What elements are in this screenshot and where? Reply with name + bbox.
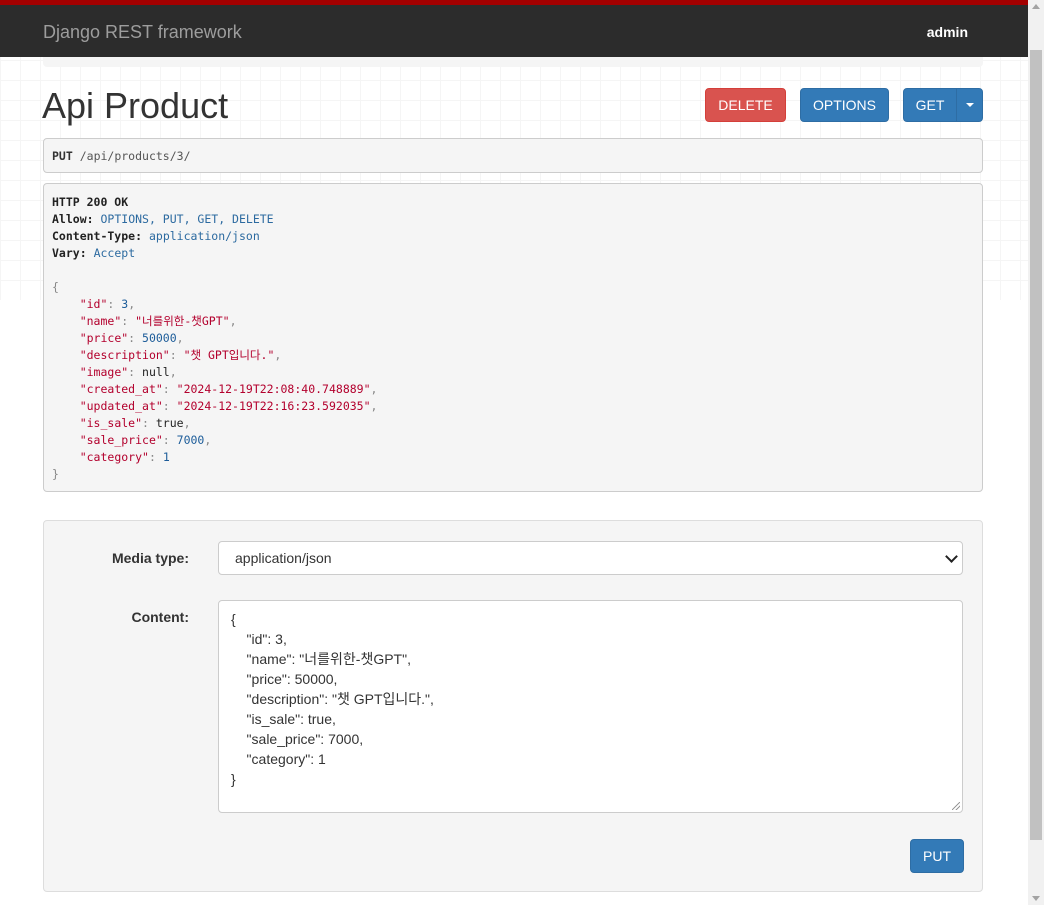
json-key: "category"	[79, 450, 149, 464]
json-value: "2024-12-19T22:08:40.748889"	[176, 382, 371, 396]
header-key: Vary	[52, 246, 80, 260]
content-label: Content:	[131, 609, 189, 625]
json-key: "name"	[79, 314, 122, 328]
options-button[interactable]: OPTIONS	[800, 88, 889, 122]
json-key: "price"	[79, 331, 129, 345]
put-button[interactable]: PUT	[910, 839, 964, 873]
media-type-label: Media type:	[111, 550, 189, 566]
json-key: "created_at"	[79, 382, 163, 396]
json-value: 50000	[142, 331, 177, 345]
page-title: Api Product	[42, 85, 229, 126]
content-line: "id": 3,	[231, 631, 287, 647]
chevron-down-icon	[945, 550, 958, 563]
json-value: true	[155, 416, 184, 430]
json-value: null	[142, 365, 170, 379]
json-key: "id"	[79, 297, 108, 311]
json-close-brace: }	[52, 467, 59, 481]
json-value: 1	[162, 450, 170, 464]
scroll-down-arrow-icon[interactable]	[1032, 896, 1040, 901]
json-value: "2024-12-19T22:16:23.592035"	[176, 399, 371, 413]
navbar-user-menu[interactable]: admin	[927, 24, 968, 40]
json-key: "updated_at"	[79, 399, 163, 413]
content-line: "sale_price": 7000,	[231, 731, 364, 747]
json-key: "description"	[79, 348, 170, 362]
request-method: PUT	[52, 149, 73, 163]
header-value: Accept	[93, 246, 136, 260]
header-value: OPTIONS, PUT, GET, DELETE	[100, 212, 274, 226]
content-textarea[interactable]: { "id": 3, "name": "너를위한-챗GPT", "price":…	[218, 600, 963, 813]
json-open-brace: {	[52, 280, 59, 294]
json-value: 7000	[176, 433, 205, 447]
get-button[interactable]: GET	[903, 88, 957, 122]
response-info: HTTP 200 OK Allow: OPTIONS, PUT, GET, DE…	[43, 183, 983, 492]
caret-down-icon	[965, 103, 974, 107]
raw-data-form: Media type: application/json Content: { …	[43, 520, 983, 892]
content-line: "price": 50000,	[231, 671, 338, 687]
scroll-thumb[interactable]	[1030, 50, 1042, 840]
header-key: Content-Type	[52, 229, 136, 243]
resize-grip-icon[interactable]	[952, 802, 960, 810]
media-type-select[interactable]: application/json	[218, 541, 963, 575]
media-type-value: application/json	[235, 550, 332, 566]
json-key: "image"	[79, 365, 129, 379]
json-key: "sale_price"	[79, 433, 163, 447]
scroll-up-arrow-icon[interactable]	[1032, 4, 1040, 9]
content-line: "is_sale": true,	[231, 711, 336, 727]
request-path: /api/products/3/	[79, 149, 191, 163]
header-value: application/json	[148, 229, 260, 243]
navbar-brand[interactable]: Django REST framework	[43, 22, 242, 43]
breadcrumb	[43, 57, 983, 67]
content-line: {	[231, 611, 236, 627]
content-line: "description": "챗 GPT입니다.",	[231, 691, 434, 707]
response-status: HTTP 200 OK	[52, 195, 129, 209]
request-info: PUT /api/products/3/	[43, 138, 983, 173]
json-key: "is_sale"	[79, 416, 143, 430]
json-value: "너를위한-챗GPT"	[135, 314, 230, 328]
get-format-dropdown-button[interactable]	[956, 88, 983, 122]
page-scrollbar[interactable]	[1028, 0, 1044, 905]
content-line: "category": 1	[231, 751, 326, 767]
content-line: "name": "너를위한-챗GPT",	[231, 651, 411, 667]
navbar: Django REST framework admin	[0, 0, 1028, 57]
header-key: Allow	[52, 212, 87, 226]
json-value: "챗 GPT입니다."	[183, 348, 275, 362]
content-line: }	[231, 771, 236, 787]
delete-button[interactable]: DELETE	[705, 88, 786, 122]
